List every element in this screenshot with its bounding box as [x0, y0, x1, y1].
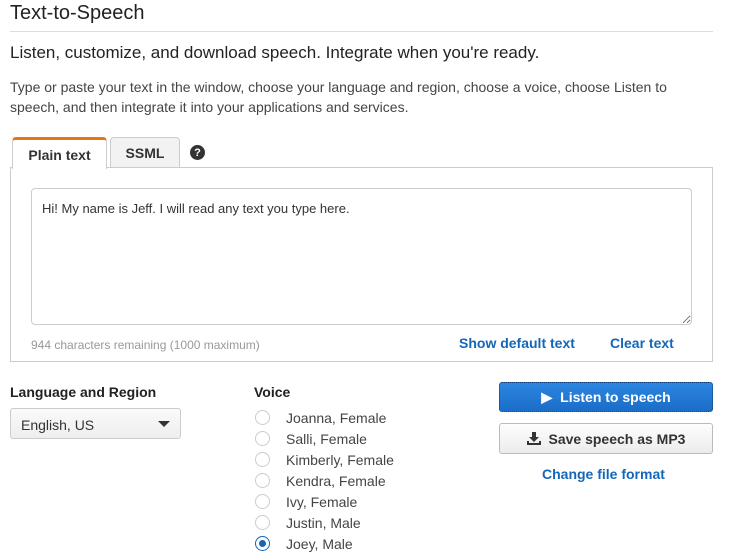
- character-count: 944 characters remaining (1000 maximum): [31, 338, 260, 352]
- radio-button[interactable]: [255, 515, 270, 530]
- save-label: Save speech as MP3: [548, 430, 686, 447]
- language-select[interactable]: English, US: [10, 408, 181, 439]
- play-icon: ▶: [541, 388, 553, 405]
- caret-down-icon: [158, 421, 170, 427]
- voice-option[interactable]: Joanna, Female: [254, 407, 386, 428]
- download-icon: [526, 432, 541, 445]
- clear-text-link[interactable]: Clear text: [610, 335, 674, 351]
- page-title: Text-to-Speech: [10, 2, 145, 24]
- voice-option-label: Ivy, Female: [286, 493, 358, 510]
- voice-option-label: Joanna, Female: [286, 409, 387, 426]
- radio-button[interactable]: [255, 452, 270, 467]
- divider: [10, 31, 713, 32]
- voice-option-label: Justin, Male: [286, 514, 361, 531]
- radio-button[interactable]: [255, 473, 270, 488]
- radio-button[interactable]: [255, 536, 270, 551]
- voice-option[interactable]: Joey, Male: [254, 533, 353, 554]
- tab-plain-text[interactable]: Plain text: [12, 137, 107, 169]
- voice-option[interactable]: Salli, Female: [254, 428, 367, 449]
- listen-label: Listen to speech: [560, 389, 671, 405]
- listen-to-speech-button[interactable]: ▶ Listen to speech: [499, 382, 713, 412]
- voice-option[interactable]: Kendra, Female: [254, 470, 386, 491]
- change-file-format-link[interactable]: Change file format: [542, 466, 665, 482]
- voice-option-label: Salli, Female: [286, 430, 367, 447]
- text-input[interactable]: Hi! My name is Jeff. I will read any tex…: [31, 188, 692, 325]
- voice-option[interactable]: Ivy, Female: [254, 491, 357, 512]
- radio-button[interactable]: [255, 431, 270, 446]
- voice-option-label: Kendra, Female: [286, 472, 386, 489]
- description: Type or paste your text in the window, c…: [10, 79, 667, 115]
- voice-option-label: Kimberly, Female: [286, 451, 394, 468]
- language-label: Language and Region: [10, 384, 157, 400]
- voice-option-label: Joey, Male: [286, 535, 353, 552]
- save-mp3-button[interactable]: Save speech as MP3: [499, 423, 713, 454]
- tab-ssml[interactable]: SSML: [110, 137, 180, 168]
- voice-label: Voice: [254, 384, 291, 400]
- help-icon[interactable]: ?: [190, 145, 205, 160]
- subtitle: Listen, customize, and download speech. …: [10, 43, 540, 62]
- radio-button[interactable]: [255, 410, 270, 425]
- show-default-text-link[interactable]: Show default text: [459, 335, 575, 351]
- voice-option[interactable]: Kimberly, Female: [254, 449, 394, 470]
- radio-button[interactable]: [255, 494, 270, 509]
- language-selected-value: English, US: [21, 417, 95, 433]
- voice-option[interactable]: Justin, Male: [254, 512, 361, 533]
